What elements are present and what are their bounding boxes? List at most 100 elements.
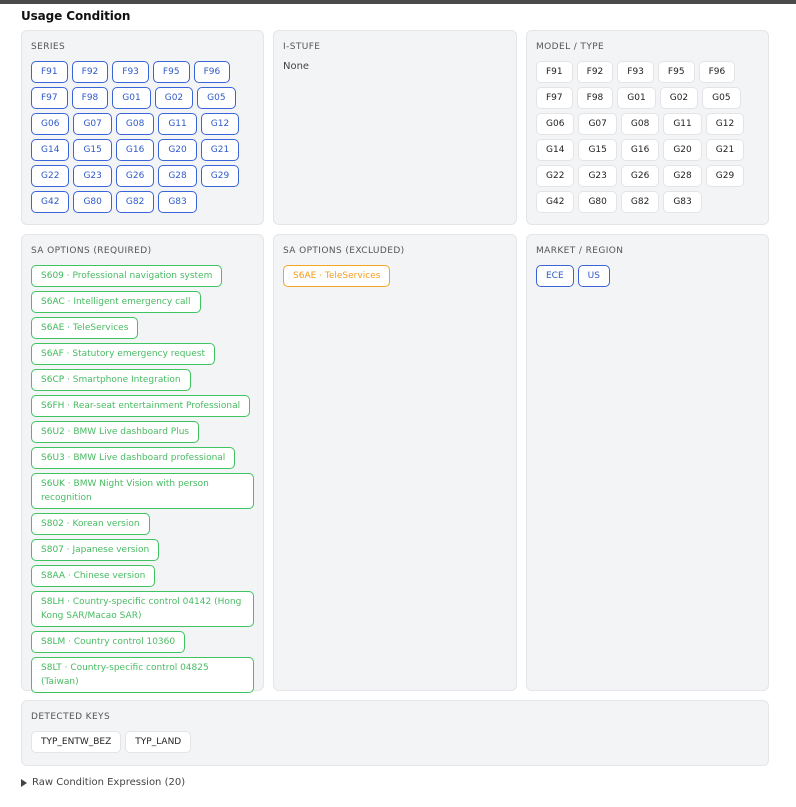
series-chip: G82 bbox=[115, 191, 155, 213]
sa-required-chip: S802 · Korean version bbox=[31, 513, 150, 535]
series-chip: G07 bbox=[73, 113, 112, 135]
model-type-chip: G28 bbox=[663, 165, 702, 187]
sa-description: Smartphone Integration bbox=[72, 375, 181, 385]
model-type-chip: G02 bbox=[659, 87, 699, 109]
series-chip: G29 bbox=[200, 165, 240, 187]
sa-required-chip: S6AF · Statutory emergency request bbox=[31, 343, 215, 365]
model-type-chip: G14 bbox=[536, 139, 575, 161]
sa-description: Statutory emergency request bbox=[72, 349, 205, 359]
sa-excluded-list: S6AE · TeleServices bbox=[283, 265, 507, 287]
model-type-chip: G16 bbox=[620, 139, 660, 161]
series-chip: F97 bbox=[31, 87, 68, 109]
sa-required-chip: S6CP · Smartphone Integration bbox=[31, 369, 191, 391]
sa-separator: · bbox=[316, 271, 325, 281]
series-chip: F96 bbox=[193, 61, 231, 83]
model-type-chip: G20 bbox=[663, 139, 702, 161]
sa-code: S8LM bbox=[41, 637, 66, 647]
sa-code: S6U2 bbox=[41, 427, 65, 437]
sa-description: Chinese version bbox=[73, 571, 146, 581]
model-type-chip: G15 bbox=[578, 139, 617, 161]
sa-required-chip: S6UK · BMW Night Vision with person reco… bbox=[31, 473, 254, 509]
sa-code: S6AE bbox=[293, 271, 317, 281]
raw-expression-toggle[interactable]: Raw Condition Expression (20) bbox=[21, 777, 185, 788]
model-type-chip: F93 bbox=[617, 61, 654, 83]
sa-code: S6AE bbox=[41, 323, 65, 333]
sa-code: S6FH bbox=[41, 401, 65, 411]
model-type-chip: F95 bbox=[657, 61, 695, 83]
detected-key-chip: TYP_ENTW_BEZ bbox=[31, 731, 122, 753]
sa-required-chip: S8LH · Country-specific control 04142 (H… bbox=[31, 591, 254, 627]
model-type-chip: F96 bbox=[698, 61, 736, 83]
series-chip: G08 bbox=[115, 113, 155, 135]
window-top-bar bbox=[0, 0, 796, 4]
sa-separator: · bbox=[63, 545, 73, 555]
detected-key-chip: TYP_LAND bbox=[125, 731, 192, 753]
series-chip: F91 bbox=[31, 61, 68, 83]
model-type-chip: G22 bbox=[536, 165, 575, 187]
market-panel: MARKET / REGION ECE US bbox=[526, 234, 769, 691]
series-chip: G20 bbox=[158, 139, 197, 161]
sa-required-chip: S8AA · Chinese version bbox=[31, 565, 156, 587]
model-type-title: MODEL / TYPE bbox=[536, 42, 605, 52]
detected-keys-panel: DETECTED KEYS TYP_ENTW_BEZ TYP_LAND bbox=[21, 700, 769, 766]
sa-required-list: S609 · Professional navigation system S6A… bbox=[31, 265, 254, 693]
sa-description: TeleServices bbox=[324, 271, 381, 281]
series-chip: G01 bbox=[112, 87, 151, 109]
model-type-panel: MODEL / TYPE F91 F92 F93 F95 F96 F97 F98 G01 G02… bbox=[526, 30, 769, 225]
series-chip: F95 bbox=[152, 61, 190, 83]
sa-required-chip: S6FH · Rear-seat entertainment Professio… bbox=[31, 395, 251, 417]
sa-separator: · bbox=[65, 637, 74, 647]
series-chip: G28 bbox=[158, 165, 197, 187]
model-type-chip: G12 bbox=[705, 113, 745, 135]
sa-code: S6AC bbox=[41, 297, 65, 307]
sa-code: S6U3 bbox=[41, 453, 65, 463]
sa-required-chip: S6U2 · BMW Live dashboard Plus bbox=[31, 421, 200, 443]
sa-required-chip: S8LM · Country control 10360 bbox=[31, 631, 186, 653]
sa-excluded-panel: SA OPTIONS (EXCLUDED) S6AE · TeleService… bbox=[273, 234, 517, 691]
model-type-chip: G80 bbox=[578, 191, 617, 213]
sa-required-chip: S8LT · Country-specific control 04825 (T… bbox=[31, 657, 254, 693]
model-type-chip: F97 bbox=[536, 87, 573, 109]
sa-code: S6UK bbox=[41, 479, 65, 489]
series-chip: G26 bbox=[115, 165, 155, 187]
sa-code: S8LH bbox=[41, 597, 65, 607]
sa-required-chip: S6U3 · BMW Live dashboard professional bbox=[31, 447, 236, 469]
sa-code: S8LT bbox=[41, 663, 62, 673]
series-chip: F98 bbox=[71, 87, 109, 109]
sa-description: Japanese version bbox=[72, 545, 150, 555]
sa-code: S6AF bbox=[41, 349, 64, 359]
caret-right-icon bbox=[21, 778, 27, 787]
sa-separator: · bbox=[64, 401, 73, 411]
sa-separator: · bbox=[65, 571, 74, 581]
series-chip: G05 bbox=[197, 87, 236, 109]
sa-excluded-title: SA OPTIONS (EXCLUDED) bbox=[283, 246, 405, 256]
model-type-chip: G83 bbox=[663, 191, 702, 213]
series-chip: G22 bbox=[31, 165, 70, 187]
model-type-chip: G23 bbox=[578, 165, 617, 187]
series-chip: G06 bbox=[31, 113, 70, 135]
series-chip: G11 bbox=[158, 113, 197, 135]
model-type-chip: G42 bbox=[536, 191, 575, 213]
model-type-chip: G01 bbox=[617, 87, 656, 109]
sa-required-chip: S6AC · Intelligent emergency call bbox=[31, 291, 201, 313]
market-chips: ECE US bbox=[536, 265, 759, 287]
sa-description: Korean version bbox=[72, 519, 140, 529]
sa-separator: · bbox=[63, 519, 73, 529]
model-type-chip: G26 bbox=[620, 165, 660, 187]
market-title: MARKET / REGION bbox=[536, 246, 624, 256]
model-type-chip: G11 bbox=[663, 113, 702, 135]
sa-excluded-chip: S6AE · TeleServices bbox=[283, 265, 391, 287]
model-type-chip: F98 bbox=[576, 87, 614, 109]
model-type-chips: F91 F92 F93 F95 F96 F97 F98 G01 G02 G05 G06 G07 G08 G… bbox=[536, 61, 759, 213]
sa-description: TeleServices bbox=[72, 323, 129, 333]
sa-separator: · bbox=[64, 323, 73, 333]
sa-description: Professional navigation system bbox=[72, 271, 213, 281]
series-panel: SERIES F91 F92 F93 F95 F96 F97 F98 G01 G02 G05 G06… bbox=[21, 30, 264, 225]
sa-required-chip: S609 · Professional navigation system bbox=[31, 265, 223, 287]
series-chip: G23 bbox=[73, 165, 112, 187]
model-type-chip: G82 bbox=[620, 191, 660, 213]
model-type-chip: F92 bbox=[576, 61, 614, 83]
sa-description: Country control 10360 bbox=[73, 637, 176, 647]
istufe-panel: I-STUFE None bbox=[273, 30, 517, 225]
detected-keys-title: DETECTED KEYS bbox=[31, 712, 111, 722]
